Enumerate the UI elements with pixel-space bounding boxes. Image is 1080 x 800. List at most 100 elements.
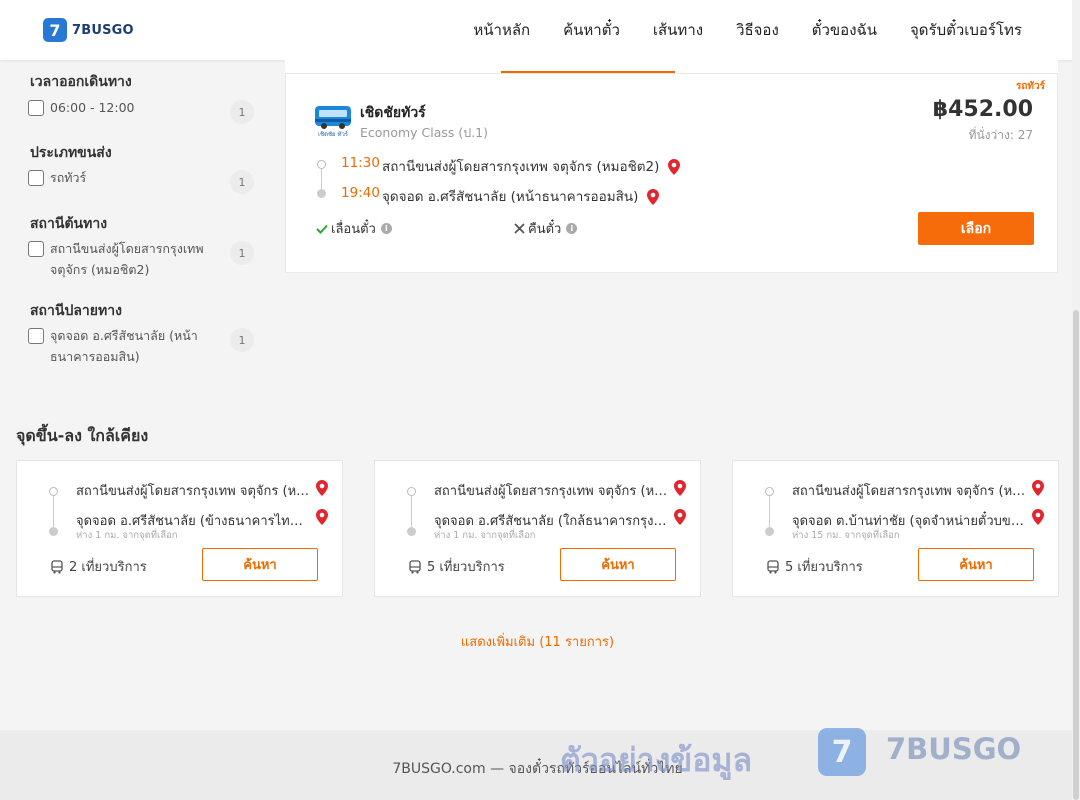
- route-line: [769, 493, 770, 527]
- nearby-origin: สถานีขนส่งผู้โดยสารกรุงเทพ จตุจักร (หมอช…: [792, 484, 1026, 499]
- nearby-card: สถานีขนส่งผู้โดยสารกรุงเทพ จตุจักร (หมอช…: [732, 460, 1059, 597]
- scrollbar-track[interactable]: [1072, 0, 1080, 800]
- logo-mark: 7: [43, 18, 67, 42]
- arrival-station-label: จุดจอด อ.ศรีสัชนาลัย (หน้าธนาคารออมสิน): [382, 189, 639, 205]
- filter-option-destination[interactable]: จุดจอด อ.ศรีสัชนาลัย (หน้าธนาคารออมสิน) …: [28, 328, 254, 367]
- nearby-trip-count: 2 เที่ยวบริการ: [50, 556, 147, 577]
- map-pin-icon[interactable]: [316, 509, 328, 525]
- filter-title-departure-time: เวลาออกเดินทาง: [30, 74, 132, 90]
- departure-station-label: สถานีขนส่งผู้โดยสารกรุงเทพ จตุจักร (หมอช…: [382, 159, 660, 175]
- filter-title-destination: สถานีปลายทาง: [30, 303, 122, 319]
- nearby-trip-count: 5 เที่ยวบริการ: [408, 556, 505, 577]
- ticket-price: ฿452.00: [932, 97, 1033, 122]
- filter-option-time[interactable]: 06:00 - 12:00 1: [28, 100, 254, 124]
- page-footer: 7BUSGO.com — จองตั๋วรถทัวร์ออนไลน์ทั่วไท…: [0, 728, 1075, 800]
- nearby-distance: ห่าง 1 กม. จากจุดที่เลือก: [76, 530, 178, 541]
- info-icon[interactable]: i: [380, 223, 392, 234]
- show-more-link[interactable]: แสดงเพิ่มเติม (11 รายการ): [0, 631, 1075, 652]
- nav-ticket-pickup[interactable]: จุดรับตั๋วเบอร์โทร: [910, 18, 1022, 42]
- brand-logo[interactable]: 7 7BUSGO: [43, 18, 134, 42]
- bus-icon: [51, 559, 63, 574]
- nearby-origin: สถานีขนส่งผู้โดยสารกรุงเทพ จตุจักร (หมอช…: [76, 484, 310, 499]
- nav-how-to-book[interactable]: วิธีจอง: [736, 18, 779, 42]
- map-pin-icon[interactable]: [316, 480, 328, 496]
- filter-title-origin: สถานีต้นทาง: [30, 216, 108, 232]
- nearby-card: สถานีขนส่งผู้โดยสารกรุงเทพ จตุจักร (หมอช…: [16, 460, 343, 597]
- nav-home[interactable]: หน้าหลัก: [473, 18, 530, 42]
- checkbox[interactable]: [28, 100, 44, 116]
- checkbox[interactable]: [28, 241, 44, 257]
- filter-count-badge: 1: [230, 241, 254, 265]
- nearby-card: สถานีขนส่งผู้โดยสารกรุงเทพ จตุจักร (หมอช…: [374, 460, 701, 597]
- nearby-search-button[interactable]: ค้นหา: [560, 548, 676, 581]
- map-pin-icon[interactable]: [1032, 480, 1044, 496]
- nearby-distance: ห่าง 1 กม. จากจุดที่เลือก: [434, 530, 536, 541]
- checkbox[interactable]: [28, 170, 44, 186]
- watermark-brand: 7BUSGO: [886, 732, 1022, 766]
- map-pin-icon[interactable]: [646, 189, 659, 205]
- refund-policy[interactable]: คืนตั๋ว i: [514, 218, 578, 239]
- bus-icon: [767, 559, 779, 574]
- map-pin-icon[interactable]: [674, 480, 686, 496]
- info-icon[interactable]: i: [566, 223, 578, 234]
- operator-name: เชิดชัยทัวร์: [360, 105, 426, 121]
- origin-dot-icon: [765, 487, 774, 496]
- watermark-text: ตัวอย่างข้อมูล: [560, 741, 753, 779]
- route-line: [321, 166, 322, 190]
- refund-label: คืนตั๋ว: [528, 222, 562, 237]
- trip-count-label: 5 เที่ยวบริการ: [785, 560, 863, 575]
- destination-dot-icon: [407, 527, 416, 536]
- check-icon: [316, 224, 328, 234]
- trip-count-label: 2 เที่ยวบริการ: [69, 560, 147, 575]
- filter-option-label: รถทัวร์: [50, 170, 87, 185]
- bus-icon: [409, 559, 421, 574]
- seats-available: ที่นั่งว่าง: 27: [968, 128, 1033, 142]
- nearby-trip-count: 5 เที่ยวบริการ: [766, 556, 863, 577]
- filter-count-badge: 1: [230, 170, 254, 194]
- logo-text: 7BUSGO: [72, 22, 134, 38]
- destination-dot-icon: [765, 527, 774, 536]
- select-trip-button[interactable]: เลือก: [918, 212, 1034, 245]
- filter-option-transport[interactable]: รถทัวร์ 1: [28, 170, 254, 194]
- map-pin-icon[interactable]: [1032, 509, 1044, 525]
- nearby-search-button[interactable]: ค้นหา: [202, 548, 318, 581]
- nearby-section-title: จุดขึ้น-ลง ใกล้เคียง: [16, 426, 149, 445]
- sort-tab-strip: [285, 60, 1058, 73]
- nav-routes[interactable]: เส้นทาง: [653, 18, 703, 42]
- vehicle-type-tag: รถทัวร์: [1015, 81, 1045, 92]
- cross-icon: [514, 223, 525, 234]
- origin-dot-icon: [49, 487, 58, 496]
- filter-option-origin[interactable]: สถานีขนส่งผู้โดยสารกรุงเทพ จตุจักร (หมอช…: [28, 241, 254, 280]
- map-pin-icon[interactable]: [667, 159, 680, 175]
- operator-logo-icon: เชิดชัย ทัวร์: [315, 106, 351, 138]
- nearby-search-button[interactable]: ค้นหา: [918, 548, 1034, 581]
- trip-card: รถทัวร์ เชิดชัย ทัวร์ เชิดชัยทัวร์ Econo…: [285, 73, 1058, 273]
- filter-title-transport-type: ประเภทขนส่ง: [30, 145, 112, 161]
- nav-search-tickets[interactable]: ค้นหาตั๋ว: [563, 18, 620, 42]
- departure-time: 11:30: [341, 155, 380, 171]
- departure-station: สถานีขนส่งผู้โดยสารกรุงเทพ จตุจักร (หมอช…: [382, 155, 680, 177]
- destination-dot-icon: [49, 527, 58, 536]
- operator-logo-caption: เชิดชัย ทัวร์: [318, 130, 349, 138]
- route-line: [411, 493, 412, 527]
- filter-option-label: 06:00 - 12:00: [50, 100, 135, 115]
- origin-dot-icon: [407, 487, 416, 496]
- filter-option-label: สถานีขนส่งผู้โดยสารกรุงเทพ จตุจักร (หมอช…: [50, 241, 204, 277]
- checkbox[interactable]: [28, 328, 44, 344]
- origin-dot-icon: [317, 160, 326, 169]
- reschedule-policy[interactable]: เลื่อนตั๋ว i: [316, 218, 392, 239]
- route-line: [53, 493, 54, 527]
- reschedule-label: เลื่อนตั๋ว: [331, 222, 376, 237]
- scrollbar-thumb[interactable]: [1073, 310, 1079, 800]
- watermark-logo: 7: [818, 728, 866, 776]
- trip-count-label: 5 เที่ยวบริการ: [427, 560, 505, 575]
- arrival-station: จุดจอด อ.ศรีสัชนาลัย (หน้าธนาคารออมสิน): [382, 185, 659, 207]
- nav-my-tickets[interactable]: ตั๋วของฉัน: [812, 18, 877, 42]
- top-header: 7 7BUSGO หน้าหลัก ค้นหาตั๋ว เส้นทาง วิธี…: [0, 0, 1075, 60]
- map-pin-icon[interactable]: [674, 509, 686, 525]
- filter-count-badge: 1: [230, 100, 254, 124]
- filter-option-label: จุดจอด อ.ศรีสัชนาลัย (หน้าธนาคารออมสิน): [50, 328, 198, 364]
- seat-class: Economy Class (ป.1): [360, 125, 489, 140]
- filter-count-badge: 1: [230, 328, 254, 352]
- destination-dot-icon: [317, 189, 326, 198]
